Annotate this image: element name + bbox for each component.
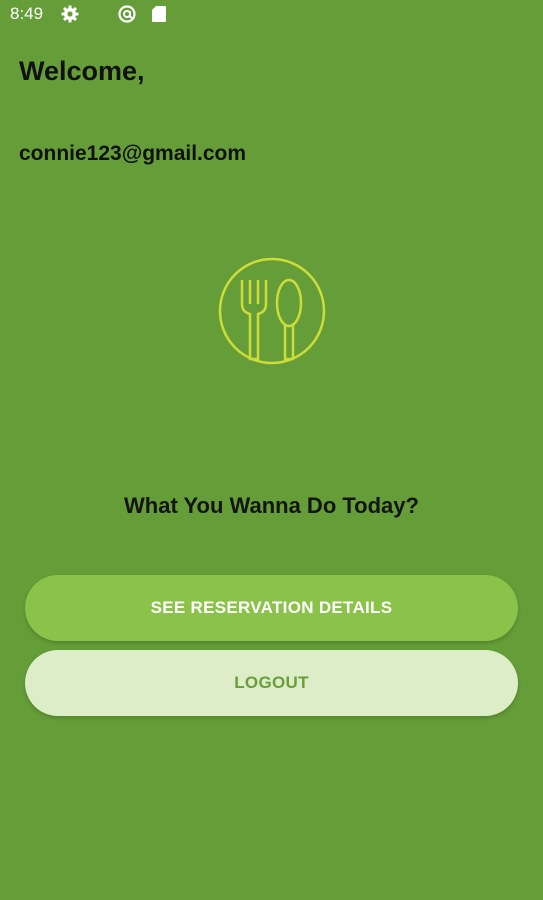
- sd-card-icon: [149, 4, 169, 24]
- welcome-heading: Welcome,: [19, 56, 145, 86]
- status-time: 8:49: [10, 4, 44, 23]
- activity-prompt: What You Wanna Do Today?: [124, 493, 419, 518]
- logout-button[interactable]: LOGOUT: [25, 650, 518, 716]
- logout-label: LOGOUT: [234, 673, 309, 692]
- see-reservation-details-label: SEE RESERVATION DETAILS: [150, 598, 393, 617]
- user-email: connie123@gmail.com: [19, 142, 247, 165]
- status-bar: 8:49: [0, 0, 543, 28]
- at-sign-icon: [117, 4, 137, 24]
- gear-icon: [60, 4, 80, 24]
- fork-spoon-icon: [217, 256, 327, 366]
- see-reservation-details-button[interactable]: SEE RESERVATION DETAILS: [25, 575, 518, 641]
